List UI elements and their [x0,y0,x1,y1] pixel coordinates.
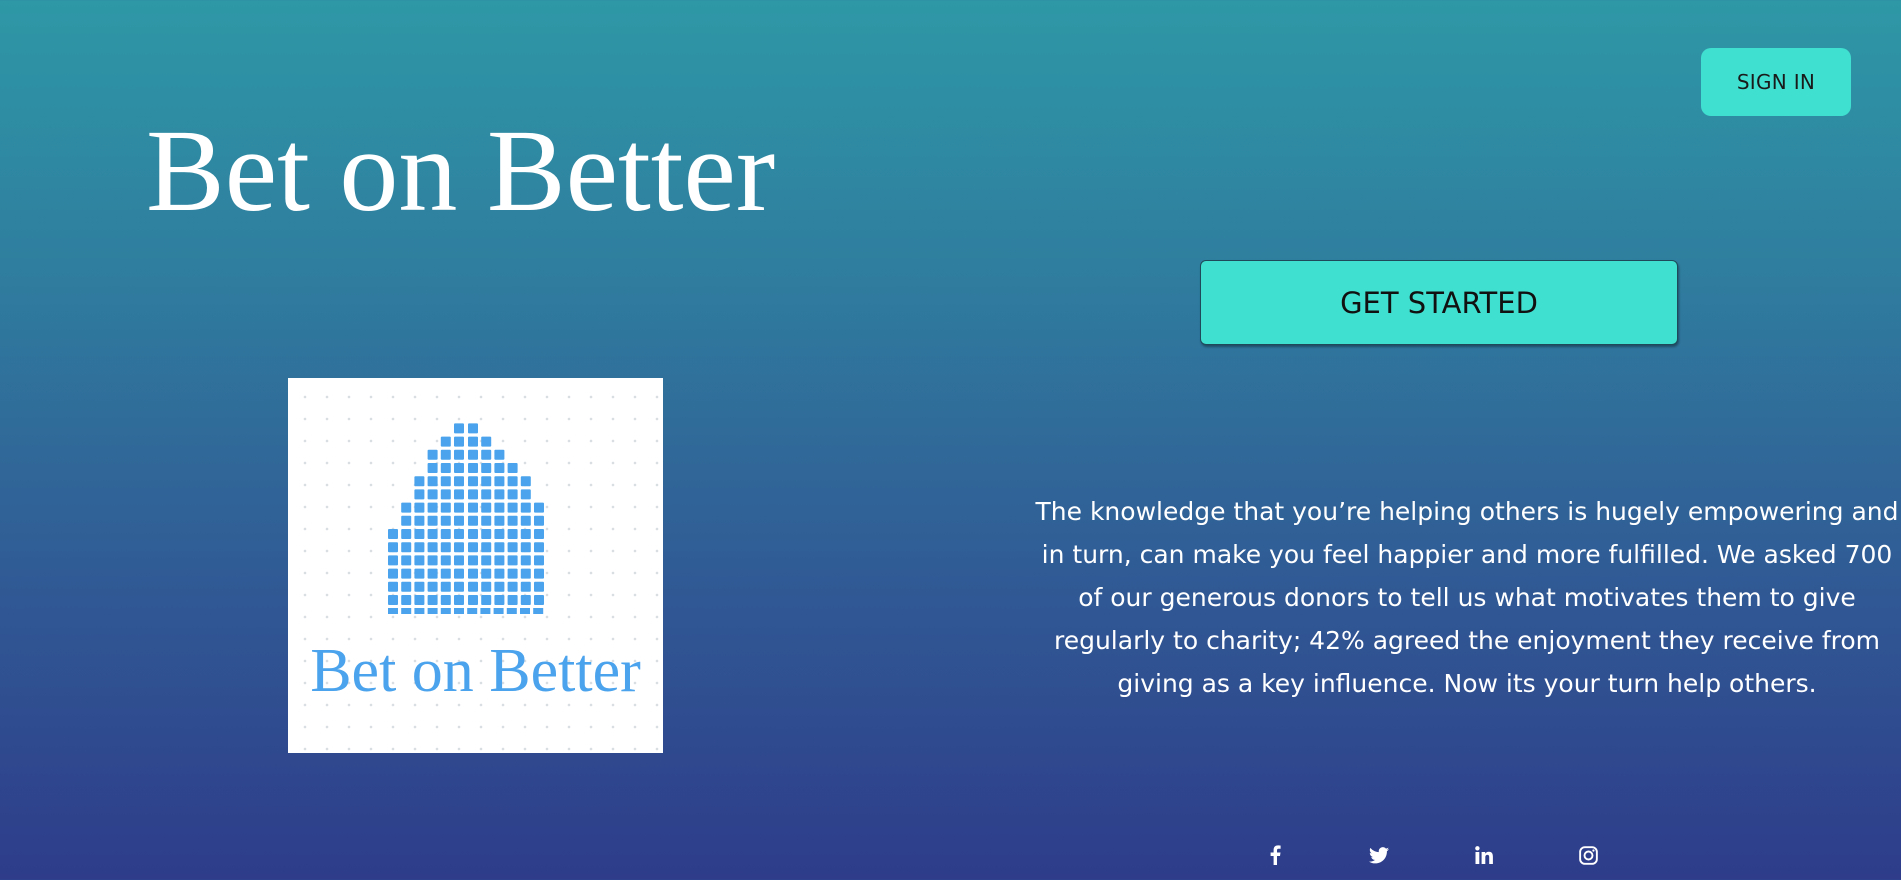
page-title: Bet on Better [146,105,776,236]
get-started-button[interactable]: GET STARTED [1200,260,1678,345]
instagram-icon[interactable] [1575,842,1601,868]
facebook-icon[interactable] [1262,842,1288,868]
description-body: The knowledge that you’re helping others… [1035,497,1899,698]
logo-text: Bet on Better [310,637,641,705]
linkedin-icon[interactable] [1471,842,1497,868]
description-text: The knowledge that you’re helping others… [1030,490,1901,705]
twitter-icon[interactable] [1366,842,1392,868]
social-links [1262,842,1682,870]
logo: Bet on Better [288,378,663,753]
sign-in-button[interactable]: SIGN IN [1701,48,1851,116]
